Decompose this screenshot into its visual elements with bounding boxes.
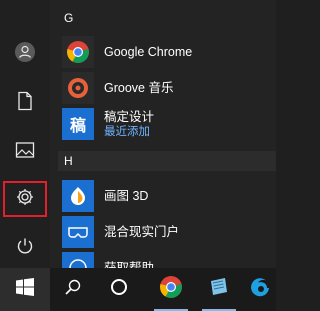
app-gaoding[interactable]: 稿 稿定设计 最近添加 bbox=[62, 107, 276, 141]
chrome-icon bbox=[62, 36, 94, 68]
start-button[interactable] bbox=[0, 268, 50, 311]
paint-3d-icon bbox=[62, 180, 94, 212]
pictures-button[interactable] bbox=[3, 134, 47, 170]
app-label: 画图 3D bbox=[104, 188, 149, 203]
app-label: Groove 音乐 bbox=[104, 80, 174, 95]
app-label: 稿定设计 bbox=[104, 109, 155, 124]
cortana-button[interactable] bbox=[96, 268, 142, 311]
app-google-chrome[interactable]: Google Chrome bbox=[62, 35, 276, 69]
app-paint-3d[interactable]: 画图 3D bbox=[62, 179, 276, 213]
start-menu: G Google Chrome Groove 音乐 稿 稿定设计 最近添加 H … bbox=[0, 0, 276, 284]
documents-button[interactable] bbox=[3, 85, 47, 121]
app-label: Google Chrome bbox=[104, 44, 193, 59]
taskbar-notepad[interactable] bbox=[196, 268, 242, 311]
app-label: 混合现实门户 bbox=[104, 224, 180, 239]
chrome-icon bbox=[159, 275, 183, 304]
taskbar bbox=[0, 268, 276, 311]
app-list: G Google Chrome Groove 音乐 稿 稿定设计 最近添加 H … bbox=[50, 0, 276, 284]
power-icon bbox=[16, 237, 34, 260]
start-menu-rail bbox=[0, 0, 50, 268]
taskbar-chrome[interactable] bbox=[148, 268, 194, 311]
app-groove-music[interactable]: Groove 音乐 bbox=[62, 71, 276, 105]
windows-logo-icon bbox=[16, 278, 34, 301]
user-account-button[interactable] bbox=[3, 36, 47, 72]
search-icon bbox=[65, 279, 81, 300]
gaoding-tile-glyph: 稿 bbox=[69, 118, 86, 135]
group-header-g[interactable]: G bbox=[64, 8, 73, 28]
settings-button[interactable] bbox=[3, 181, 47, 217]
document-icon bbox=[16, 91, 34, 116]
user-icon bbox=[14, 41, 36, 68]
mixed-reality-icon bbox=[62, 216, 94, 248]
groove-music-icon bbox=[62, 72, 94, 104]
cortana-icon bbox=[110, 278, 128, 301]
gaoding-icon: 稿 bbox=[62, 108, 94, 140]
power-button[interactable] bbox=[3, 230, 47, 266]
settings-icon bbox=[15, 187, 35, 212]
recently-added-label: 最近添加 bbox=[104, 125, 150, 138]
notepad-icon bbox=[207, 275, 231, 304]
edge-icon bbox=[249, 276, 271, 303]
taskbar-edge[interactable] bbox=[244, 268, 276, 311]
group-header-h[interactable]: H bbox=[58, 151, 276, 171]
app-mixed-reality-portal[interactable]: 混合现实门户 bbox=[62, 215, 276, 249]
search-button[interactable] bbox=[50, 268, 96, 311]
pictures-icon bbox=[15, 141, 35, 164]
